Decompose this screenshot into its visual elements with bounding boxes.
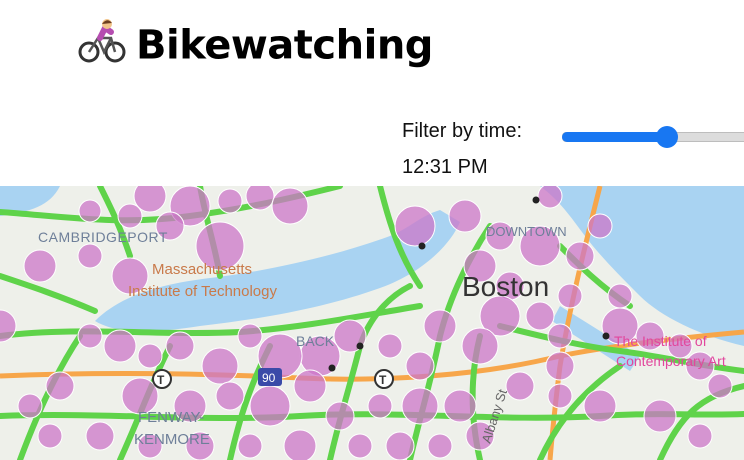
station-marker <box>427 433 453 459</box>
map-view[interactable]: CAMBRIDGEPORT Massachusetts Institute of… <box>0 186 744 460</box>
station-marker <box>23 249 57 283</box>
station-marker <box>245 186 275 211</box>
station-marker <box>385 431 415 460</box>
station-marker <box>537 186 563 209</box>
mbta-t-icon: T <box>374 369 394 389</box>
transit-stop-dot <box>532 196 540 204</box>
page-title: Bikewatching <box>78 18 433 77</box>
map-canvas[interactable]: CAMBRIDGEPORT Massachusetts Institute of… <box>0 186 744 460</box>
time-slider[interactable] <box>562 126 744 148</box>
station-marker <box>37 423 63 449</box>
station-marker <box>201 347 239 385</box>
transit-stop-dot <box>328 364 336 372</box>
label-fenway-line1: FENWAY- <box>138 409 204 426</box>
station-marker <box>547 323 573 349</box>
label-fenway-line2: KENMORE <box>134 431 210 448</box>
station-marker <box>237 323 263 349</box>
station-marker <box>547 383 573 409</box>
station-marker <box>557 283 583 309</box>
time-filter: Filter by time: 12:31 PM <box>402 116 744 186</box>
station-marker <box>45 371 75 401</box>
label-ica-line2: Contemporary Art <box>616 353 726 369</box>
station-marker <box>325 401 355 431</box>
station-marker <box>165 331 195 361</box>
station-marker <box>77 323 103 349</box>
station-marker <box>103 329 137 363</box>
station-marker <box>17 393 43 419</box>
station-marker <box>217 188 243 214</box>
label-ica-line1: The Institute of <box>614 333 707 349</box>
station-marker <box>394 205 436 247</box>
highway-shield: 90 <box>258 368 282 386</box>
filter-label: Filter by time: <box>402 120 523 142</box>
label-boston: Boston <box>462 271 549 302</box>
station-marker <box>137 343 163 369</box>
station-marker <box>448 199 482 233</box>
station-marker <box>607 283 633 309</box>
mbta-t-icon: T <box>152 369 172 389</box>
station-marker <box>505 371 535 401</box>
station-marker <box>401 387 439 425</box>
highway-shield-label: 90 <box>262 371 276 385</box>
label-downtown: DOWNTOWN <box>486 224 567 239</box>
station-marker <box>77 243 103 269</box>
station-marker <box>461 327 499 365</box>
station-marker <box>587 213 613 239</box>
station-marker <box>423 309 457 343</box>
station-marker <box>215 381 245 411</box>
app-title: Bikewatching <box>136 22 433 69</box>
station-marker <box>78 199 102 223</box>
label-mit-line2: Institute of Technology <box>128 283 277 300</box>
station-marker <box>249 385 291 427</box>
label-cambridgeport: CAMBRIDGEPORT <box>38 229 168 245</box>
station-marker <box>271 187 309 225</box>
person-biking-icon <box>78 18 126 77</box>
station-marker <box>367 393 393 419</box>
slider-fill <box>562 132 667 142</box>
transit-stop-dot <box>418 242 426 250</box>
station-marker <box>443 389 477 423</box>
selected-time: 12:31 PM <box>402 156 488 178</box>
station-marker <box>707 373 733 399</box>
station-marker <box>525 301 555 331</box>
transit-stop-dot <box>602 332 610 340</box>
label-back-bay: BACK <box>296 333 335 349</box>
station-marker <box>687 423 713 449</box>
station-marker <box>545 351 575 381</box>
station-marker <box>347 433 373 459</box>
station-marker <box>237 433 263 459</box>
transit-stop-dot <box>356 342 364 350</box>
station-marker <box>565 241 595 271</box>
station-marker <box>377 333 403 359</box>
station-marker <box>283 429 317 460</box>
station-marker <box>405 351 435 381</box>
station-marker <box>643 399 677 433</box>
label-mit-line1: Massachusetts <box>152 261 252 278</box>
station-marker <box>117 203 143 229</box>
station-marker <box>583 389 617 423</box>
station-marker <box>293 369 327 403</box>
svg-text:T: T <box>157 373 165 387</box>
station-marker <box>85 421 115 451</box>
svg-text:T: T <box>379 373 387 387</box>
slider-thumb[interactable] <box>656 126 678 148</box>
